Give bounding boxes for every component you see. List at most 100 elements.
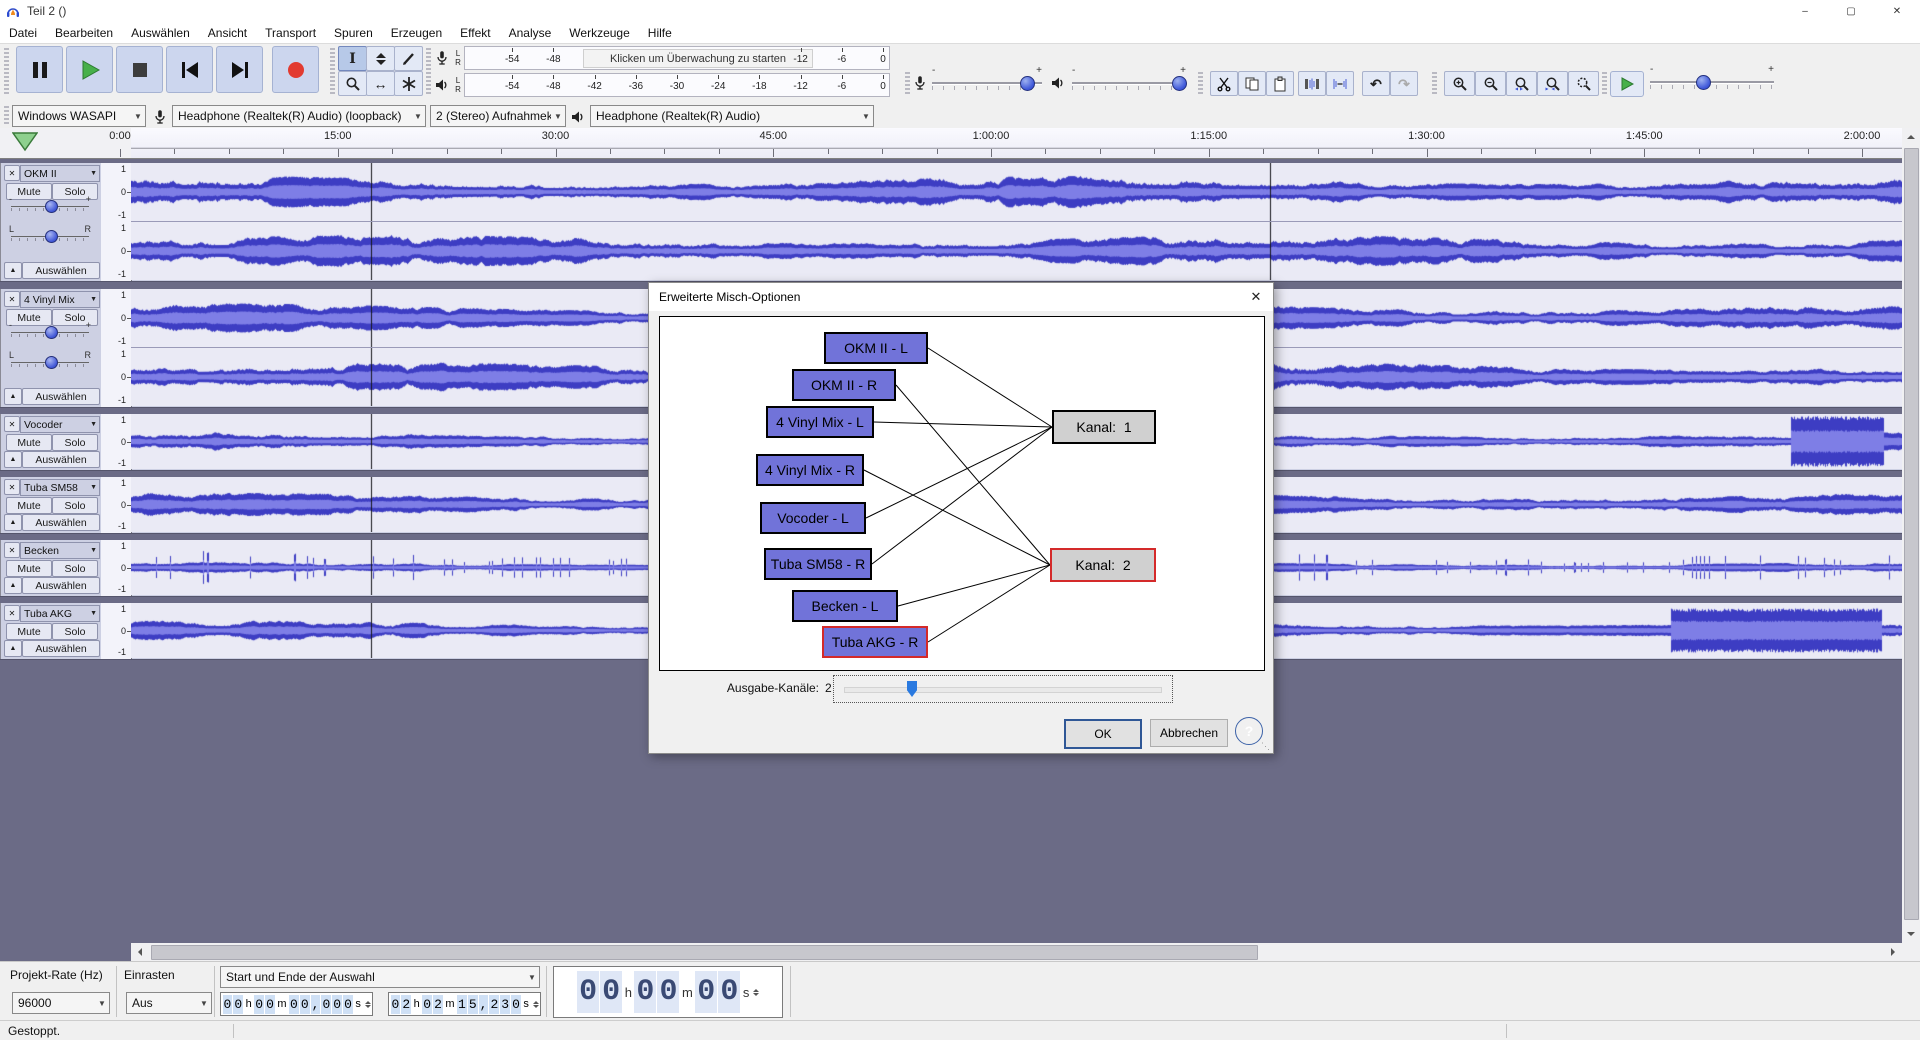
vertical-ruler[interactable]: 1 0 -1 1 0 -1 xyxy=(101,289,132,407)
time-digit[interactable]: 0 xyxy=(600,971,623,1013)
select-button[interactable]: Auswählen xyxy=(22,514,100,531)
copy-button[interactable] xyxy=(1238,71,1266,96)
vertical-scrollbar[interactable] xyxy=(1902,128,1920,943)
mixer-node-vocoder-l[interactable]: Vocoder - L xyxy=(760,502,866,534)
draw-tool-button[interactable] xyxy=(394,46,423,71)
waveform-canvas[interactable] xyxy=(131,163,1902,221)
time-digit[interactable]: 0 xyxy=(254,994,265,1014)
track-title-menu[interactable]: OKM II ▼ xyxy=(20,165,100,182)
waveform-canvas[interactable] xyxy=(131,222,1902,280)
panel-slider[interactable]: - + xyxy=(9,320,91,341)
track-title-menu[interactable]: Vocoder ▼ xyxy=(20,416,100,433)
track-close-button[interactable]: ✕ xyxy=(4,542,20,558)
dialog-title-bar[interactable]: Erweiterte Misch-Optionen xyxy=(649,283,1273,311)
time-digit[interactable]: 0 xyxy=(321,994,332,1014)
play-speed-slider[interactable]: - + xyxy=(1650,64,1774,93)
mute-button[interactable]: Mute xyxy=(6,560,52,577)
minimize-button[interactable]: – xyxy=(1782,0,1828,22)
dialog-close-button[interactable]: ✕ xyxy=(1247,288,1265,306)
mixer-node-tuba-sm58-r[interactable]: Tuba SM58 - R xyxy=(764,548,872,580)
skip-to-end-button[interactable] xyxy=(216,46,263,93)
recording-device-select[interactable]: Headphone (Realtek(R) Audio) (loopback) ▼ xyxy=(172,105,426,127)
mixer-graph-panel[interactable]: OKM II - L OKM II - R 4 Vinyl Mix - L 4 Vin… xyxy=(659,316,1265,671)
cut-button[interactable] xyxy=(1210,71,1238,96)
spinner-icon[interactable] xyxy=(753,986,760,999)
time-digit[interactable]: 0 xyxy=(222,994,233,1014)
tools-grip[interactable] xyxy=(330,48,335,96)
vertical-scroll-thumb[interactable] xyxy=(1904,148,1919,920)
collapse-button[interactable]: ▲ xyxy=(4,514,22,531)
time-digit[interactable]: 0 xyxy=(634,971,657,1013)
menu-transport[interactable]: Transport xyxy=(256,24,325,42)
slider-thumb[interactable] xyxy=(907,681,917,697)
panel-slider[interactable]: - + xyxy=(9,194,91,215)
vertical-ruler[interactable]: 1 0 -1 xyxy=(101,477,132,533)
play-button[interactable] xyxy=(66,46,113,93)
fit-selection-button[interactable] xyxy=(1506,71,1537,96)
time-digit[interactable]: 0 xyxy=(511,994,521,1014)
time-digit[interactable]: 0 xyxy=(289,994,299,1014)
paste-button[interactable] xyxy=(1266,71,1294,96)
mixer-node-okm-ii-r[interactable]: OKM II - R xyxy=(792,369,896,401)
zoom-toggle-button[interactable] xyxy=(1568,71,1599,96)
time-digit[interactable]: , xyxy=(478,994,489,1014)
collapse-button[interactable]: ▲ xyxy=(4,640,22,657)
menu-werkzeuge[interactable]: Werkzeuge xyxy=(560,24,638,42)
time-digit[interactable]: 0 xyxy=(299,994,310,1014)
snap-select[interactable]: Aus ▼ xyxy=(126,992,212,1014)
cancel-button[interactable]: Abbrechen xyxy=(1150,719,1228,747)
menu-ansicht[interactable]: Ansicht xyxy=(199,24,256,42)
collapse-button[interactable]: ▲ xyxy=(4,451,22,468)
track-close-button[interactable]: ✕ xyxy=(4,291,20,307)
time-digit[interactable]: 1 xyxy=(457,994,467,1014)
edit-grip[interactable] xyxy=(1198,72,1203,96)
project-rate-select[interactable]: 96000 ▼ xyxy=(12,992,110,1014)
time-digit[interactable]: 0 xyxy=(422,994,433,1014)
select-button[interactable]: Auswählen xyxy=(22,388,100,405)
menu-erzeugen[interactable]: Erzeugen xyxy=(382,24,451,42)
menu-hilfe[interactable]: Hilfe xyxy=(639,24,681,42)
undo-button[interactable]: ↶ xyxy=(1362,71,1390,96)
select-button[interactable]: Auswählen xyxy=(22,262,100,279)
menu-bearbeiten[interactable]: Bearbeiten xyxy=(46,24,122,42)
spinner-icon[interactable] xyxy=(364,998,371,1011)
playback-device-select[interactable]: Headphone (Realtek(R) Audio) ▼ xyxy=(590,105,874,127)
time-digit[interactable]: 0 xyxy=(390,994,401,1014)
solo-button[interactable]: Solo xyxy=(52,497,98,514)
menu-spuren[interactable]: Spuren xyxy=(325,24,382,42)
mute-button[interactable]: Mute xyxy=(6,497,52,514)
recording-meter-scale[interactable]: Klicken um Überwachung zu starten -54 -48… xyxy=(464,46,890,70)
time-digit[interactable]: 0 xyxy=(332,994,343,1014)
time-digit[interactable]: 0 xyxy=(695,971,718,1013)
maximize-button[interactable]: ▢ xyxy=(1828,0,1874,22)
audio-position-display[interactable]: 00h00m00s xyxy=(553,966,783,1018)
time-digit[interactable]: 0 xyxy=(657,971,680,1013)
select-button[interactable]: Auswählen xyxy=(22,640,100,657)
meter-grip[interactable] xyxy=(426,48,431,96)
solo-button[interactable]: Solo xyxy=(52,623,98,640)
time-digit[interactable]: 3 xyxy=(500,994,511,1014)
close-button[interactable]: ✕ xyxy=(1874,0,1920,22)
mute-button[interactable]: Mute xyxy=(6,434,52,451)
track-title-menu[interactable]: Becken ▼ xyxy=(20,542,100,559)
track-title-menu[interactable]: Tuba SM58 ▼ xyxy=(20,479,100,496)
collapse-button[interactable]: ▲ xyxy=(4,262,22,279)
zoom-out-button[interactable] xyxy=(1475,71,1506,96)
collapse-button[interactable]: ▲ xyxy=(4,577,22,594)
time-digit[interactable]: 0 xyxy=(233,994,244,1014)
playspeed-grip[interactable] xyxy=(1602,72,1607,96)
fit-project-button[interactable] xyxy=(1537,71,1568,96)
mixer-node-okm-ii-l[interactable]: OKM II - L xyxy=(824,332,928,364)
recording-channels-select[interactable]: 2 (Stereo) Aufnahmekanäle▼ xyxy=(430,105,566,127)
time-digit[interactable]: 0 xyxy=(718,971,741,1013)
mixer-node-tuba-akg-r[interactable]: Tuba AKG - R xyxy=(822,626,928,658)
recording-meter[interactable]: LR Klicken um Überwachung zu starten -54… xyxy=(432,46,902,70)
mixer-grip[interactable] xyxy=(905,72,910,96)
spinner-icon[interactable] xyxy=(532,998,539,1011)
mixer-channel-2[interactable]: Kanal: 2 xyxy=(1050,548,1156,582)
solo-button[interactable]: Solo xyxy=(52,434,98,451)
vertical-ruler[interactable]: 1 0 -1 xyxy=(101,414,132,470)
panel-slider[interactable]: LR xyxy=(9,350,91,371)
time-digit[interactable]: 2 xyxy=(489,994,500,1014)
output-channels-slider[interactable] xyxy=(833,675,1173,703)
